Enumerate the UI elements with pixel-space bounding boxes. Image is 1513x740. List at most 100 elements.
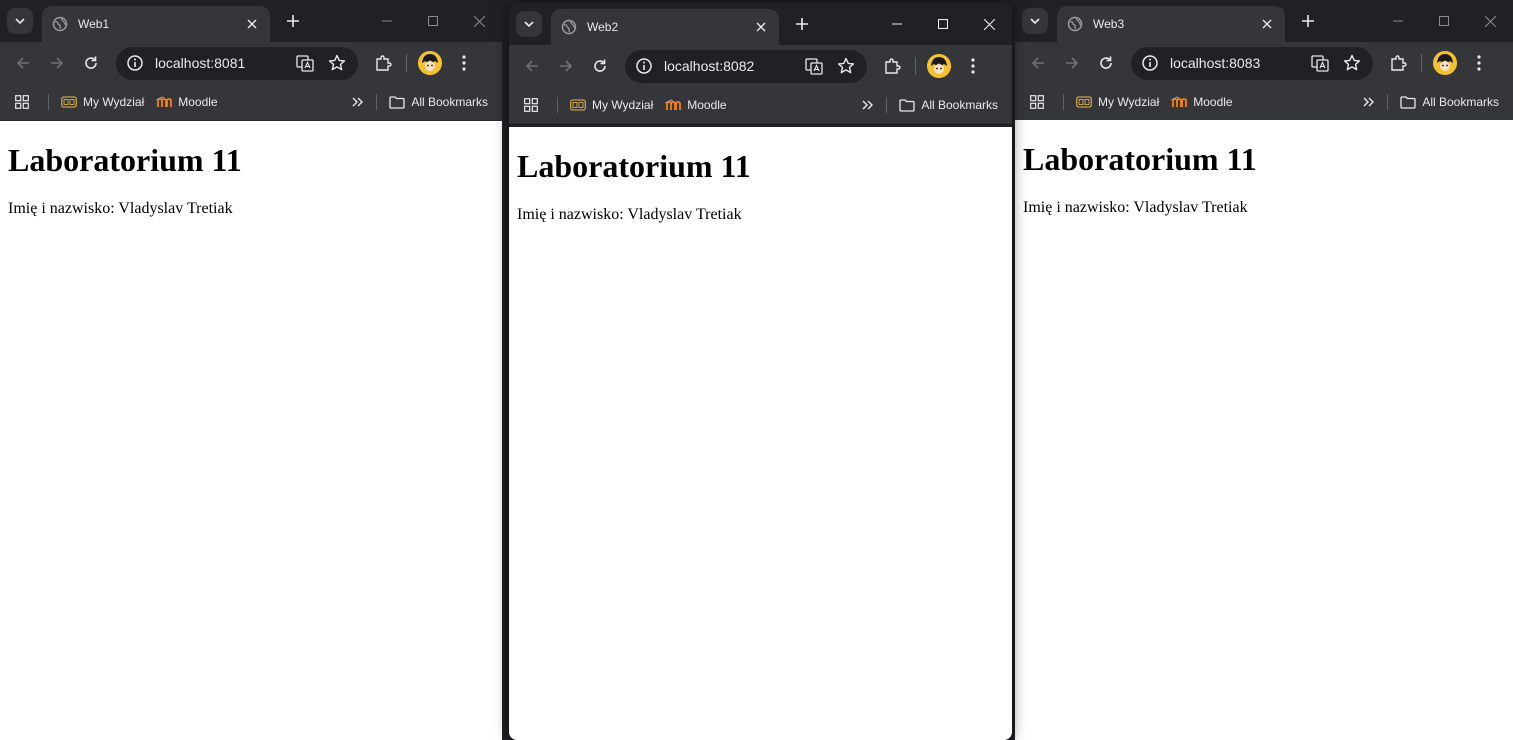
page-heading: Laboratorium 11 [8, 142, 242, 178]
more-bookmarks-button[interactable] [1357, 88, 1381, 116]
more-bookmarks-button[interactable] [856, 91, 880, 119]
minimize-button[interactable] [874, 9, 920, 39]
profile-button[interactable] [922, 50, 956, 82]
address-bar[interactable]: localhost:8082 [625, 49, 867, 83]
folder-bookmark-icon [570, 97, 586, 113]
page-text: Imię i nazwisko: Vladyslav Tretiak [517, 206, 742, 223]
bookmarks-bar: My Wydział Moodle All Bookmarks [0, 84, 502, 121]
bookmark-label: Moodle [1193, 95, 1233, 109]
extensions-button[interactable] [1381, 47, 1415, 79]
site-info-icon[interactable] [1141, 54, 1159, 72]
url-text[interactable]: localhost:8083 [1170, 55, 1299, 71]
apps-button[interactable] [517, 91, 551, 119]
arrow-right-icon [560, 60, 573, 72]
arrow-left-icon [16, 57, 29, 69]
maximize-button[interactable] [410, 6, 456, 36]
address-bar[interactable]: localhost:8081 [116, 46, 358, 80]
extensions-button[interactable] [875, 50, 909, 82]
kebab-menu-icon [462, 55, 466, 71]
bookmark-moodle[interactable]: Moodle [659, 91, 732, 119]
maximize-button[interactable] [920, 9, 966, 39]
menu-button[interactable] [956, 50, 990, 82]
close-tab-icon[interactable] [244, 16, 260, 32]
back-button[interactable] [6, 47, 40, 79]
extensions-button[interactable] [366, 47, 400, 79]
profile-button[interactable] [1428, 47, 1462, 79]
bookmark-my-wydzial[interactable]: My Wydział [1070, 88, 1165, 116]
arrow-left-icon [525, 60, 538, 72]
site-info-icon[interactable] [635, 57, 653, 75]
new-tab-button[interactable] [282, 10, 304, 32]
tab-web3[interactable]: Web3 [1057, 6, 1285, 42]
url-text[interactable]: localhost:8082 [664, 58, 793, 74]
close-icon [983, 18, 995, 30]
all-bookmarks-button[interactable]: All Bookmarks [1394, 88, 1505, 116]
browser-window-web1: Web1 localhost:8081 My Wydział Moodle Al… [0, 0, 502, 740]
maximize-button[interactable] [1421, 6, 1467, 36]
forward-button[interactable] [1055, 47, 1089, 79]
reload-button[interactable] [74, 47, 108, 79]
toolbar: localhost:8081 [0, 42, 502, 84]
close-icon [473, 15, 485, 27]
tab-search-button[interactable] [1022, 8, 1048, 34]
star-icon[interactable] [1341, 52, 1363, 74]
bookmark-moodle[interactable]: Moodle [1165, 88, 1238, 116]
close-window-button[interactable] [966, 9, 1012, 39]
translate-icon[interactable] [803, 55, 825, 77]
minimize-button[interactable] [364, 6, 410, 36]
bookmark-label: Moodle [687, 98, 727, 112]
tab-web2[interactable]: Web2 [551, 9, 779, 45]
arrow-right-icon [1066, 57, 1079, 69]
forward-button[interactable] [549, 50, 583, 82]
star-icon[interactable] [326, 52, 348, 74]
all-bookmarks-label: All Bookmarks [1422, 95, 1499, 109]
window-controls [364, 6, 502, 36]
browser-window-web2: Web2 localhost:8082 My Wydział Moodle Al… [509, 3, 1012, 740]
bookmark-moodle[interactable]: Moodle [150, 88, 223, 116]
site-info-icon[interactable] [126, 54, 144, 72]
close-tab-icon[interactable] [753, 19, 769, 35]
globe-icon [561, 19, 577, 35]
bookmark-my-wydzial[interactable]: My Wydział [564, 91, 659, 119]
menu-button[interactable] [1462, 47, 1496, 79]
apps-button[interactable] [8, 88, 42, 116]
apps-grid-icon [14, 94, 30, 110]
moodle-icon [665, 97, 682, 113]
menu-button[interactable] [447, 47, 481, 79]
translate-icon[interactable] [1309, 52, 1331, 74]
close-window-button[interactable] [1467, 6, 1513, 36]
translate-icon[interactable] [294, 52, 316, 74]
moodle-icon [1171, 94, 1188, 110]
avatar [418, 51, 442, 75]
new-tab-button[interactable] [791, 13, 813, 35]
puzzle-icon [376, 55, 392, 71]
more-bookmarks-button[interactable] [346, 88, 370, 116]
window-controls [874, 9, 1012, 39]
tab-web1[interactable]: Web1 [42, 6, 270, 42]
tab-title: Web3 [1093, 17, 1125, 31]
reload-button[interactable] [583, 50, 617, 82]
url-text[interactable]: localhost:8081 [155, 55, 284, 71]
back-button[interactable] [515, 50, 549, 82]
new-tab-button[interactable] [1297, 10, 1319, 32]
star-icon[interactable] [835, 55, 857, 77]
tab-search-button[interactable] [516, 11, 542, 37]
minimize-button[interactable] [1375, 6, 1421, 36]
close-tab-icon[interactable] [1259, 16, 1275, 32]
all-bookmarks-button[interactable]: All Bookmarks [893, 91, 1004, 119]
tab-search-button[interactable] [7, 8, 33, 34]
address-bar[interactable]: localhost:8083 [1131, 46, 1373, 80]
profile-button[interactable] [413, 47, 447, 79]
browser-window-web3: Web3 localhost:8083 My Wydział Moodle Al… [1015, 0, 1513, 740]
all-bookmarks-button[interactable]: All Bookmarks [383, 88, 494, 116]
forward-button[interactable] [40, 47, 74, 79]
reload-button[interactable] [1089, 47, 1123, 79]
folder-icon [389, 94, 405, 110]
back-button[interactable] [1021, 47, 1055, 79]
close-window-button[interactable] [456, 6, 502, 36]
bookmark-my-wydzial[interactable]: My Wydział [55, 88, 150, 116]
apps-button[interactable] [1023, 88, 1057, 116]
chevron-double-right-icon [1363, 97, 1375, 107]
apps-grid-icon [523, 97, 539, 113]
toolbar-divider [406, 54, 407, 72]
